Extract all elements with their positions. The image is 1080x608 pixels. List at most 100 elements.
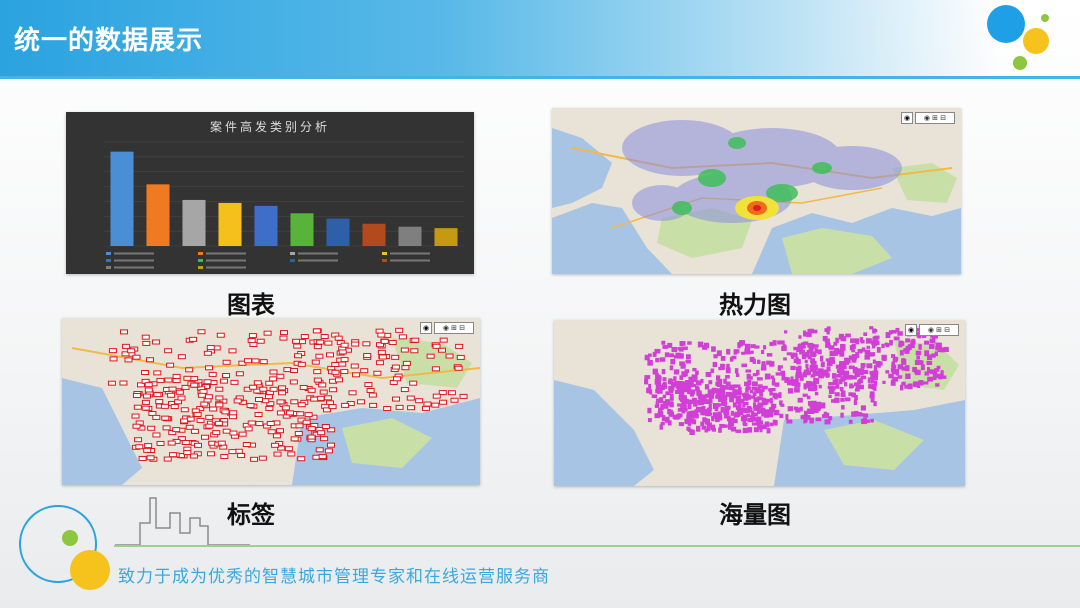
map-data-point (723, 409, 730, 416)
map-data-point (677, 413, 681, 417)
map-data-point (905, 338, 911, 343)
map-data-point (799, 406, 803, 412)
map-label-marker (163, 456, 172, 462)
map-data-point (697, 341, 704, 348)
map-data-point (838, 369, 844, 375)
chart-legend-swatch (106, 266, 111, 269)
map-data-point (795, 375, 799, 380)
map-label-marker (340, 357, 349, 363)
map-label-marker (290, 399, 299, 405)
map-data-point (809, 417, 814, 424)
map-data-point (830, 399, 836, 403)
map-label-marker (209, 406, 218, 412)
map-label-marker (119, 380, 128, 386)
map-data-point (931, 339, 936, 344)
map-label-marker (132, 354, 141, 360)
map-data-point (939, 348, 945, 352)
map-label-marker (295, 423, 304, 429)
chart-bar (110, 151, 134, 246)
map-label-marker (393, 376, 402, 382)
map-data-point (904, 365, 910, 372)
map-label-marker (215, 395, 224, 401)
map-data-point (685, 354, 691, 360)
map-zoom-controls[interactable]: ◉ ⊞ ⊟ (919, 324, 959, 336)
map-label-marker (351, 341, 360, 347)
map-data-point (687, 428, 693, 432)
map-locate-icon[interactable]: ◉ (420, 322, 432, 334)
map-label-marker (297, 361, 306, 367)
map-zoom-controls[interactable]: ◉ ⊞ ⊟ (434, 322, 474, 334)
chart-legend-swatch (198, 252, 203, 255)
map-label-marker (108, 348, 117, 354)
map-data-point (870, 398, 875, 403)
map-data-point (752, 402, 757, 409)
map-label-marker (297, 402, 306, 408)
chart-legend-swatch (290, 259, 295, 262)
map-locate-icon[interactable]: ◉ (901, 112, 913, 124)
map-data-point (828, 388, 835, 394)
map-label-marker (230, 379, 239, 385)
map-label-marker (341, 402, 350, 408)
map-label-marker (138, 455, 147, 461)
map-data-point (715, 394, 720, 399)
map-label-marker (445, 353, 454, 359)
map-data-point (859, 337, 863, 342)
map-label-marker (292, 338, 301, 344)
map-label-marker (360, 368, 369, 374)
map-data-point (761, 364, 767, 371)
map-label-marker (183, 450, 192, 456)
map-data-point (726, 415, 731, 419)
map-data-point (772, 340, 777, 346)
map-data-point (808, 328, 814, 333)
map-data-point (762, 424, 767, 430)
map-data-point (787, 388, 794, 394)
map-data-point (820, 362, 825, 368)
map-data-point (929, 369, 936, 375)
map-label-marker (190, 382, 199, 388)
map-data-point (844, 370, 850, 376)
map-label-marker (340, 369, 349, 375)
map-label-marker (313, 344, 322, 350)
map-label-marker (266, 420, 275, 426)
map-label-marker (348, 390, 357, 396)
map-label-marker (290, 436, 299, 442)
map-label-marker (172, 427, 181, 433)
map-data-point (826, 326, 831, 331)
map-label-marker (172, 373, 181, 379)
map-data-point (732, 389, 737, 394)
map-data-point (882, 380, 886, 385)
map-data-point (869, 391, 875, 395)
map-label-marker (277, 385, 286, 391)
chart-legend-text (206, 266, 246, 269)
map-data-point (935, 383, 940, 387)
massive-caption: 海量图 (719, 501, 791, 529)
map-label-marker (141, 334, 150, 340)
massive-panel[interactable]: ◉ ◉ ⊞ ⊟ (554, 320, 965, 486)
chart-panel[interactable]: 案件高发类别分析 (66, 112, 474, 274)
heatmap-panel[interactable]: ◉ ◉ ⊞ ⊟ (552, 108, 961, 274)
chart-bar (290, 213, 314, 246)
map-label-marker (153, 370, 162, 376)
map-data-point (853, 399, 857, 406)
map-label-marker (310, 396, 319, 402)
map-label-marker (142, 340, 151, 346)
map-data-point (661, 340, 666, 345)
map-label-marker (269, 369, 278, 375)
map-label-marker (380, 338, 389, 344)
map-locate-icon[interactable]: ◉ (905, 324, 917, 336)
map-data-point (926, 360, 933, 366)
map-label-marker (364, 382, 373, 388)
map-data-point (691, 374, 698, 381)
map-label-marker (132, 393, 141, 399)
map-label-marker (315, 447, 324, 453)
map-data-point (881, 343, 885, 349)
chart-legend-text (206, 259, 246, 262)
map-data-point (823, 411, 827, 416)
map-data-point (924, 340, 930, 345)
map-label-marker (177, 354, 186, 360)
map-zoom-controls[interactable]: ◉ ⊞ ⊟ (915, 112, 955, 124)
labels-panel[interactable]: ◉ ◉ ⊞ ⊟ (62, 318, 480, 485)
map-data-point (857, 380, 861, 385)
map-data-point (895, 372, 900, 376)
map-label-marker (216, 332, 225, 338)
